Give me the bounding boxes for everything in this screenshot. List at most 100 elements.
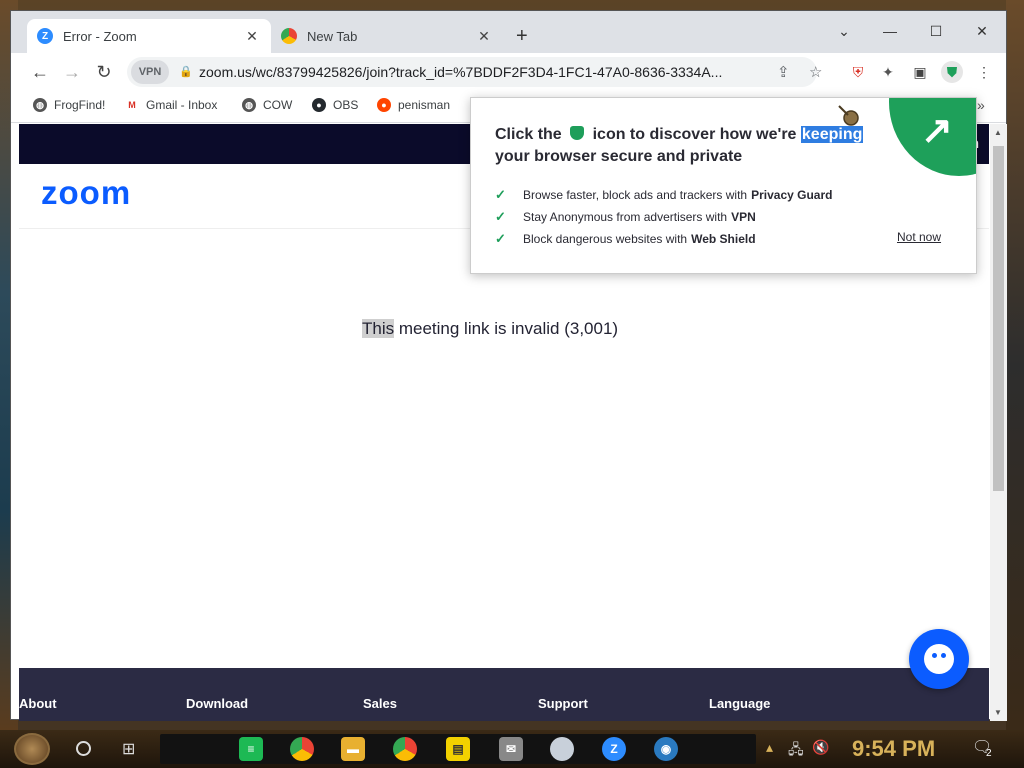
spotify-app-icon[interactable]: ≡ xyxy=(239,737,263,761)
footer-link-about[interactable]: About xyxy=(19,696,57,711)
bookmark-label: OBS xyxy=(333,98,359,112)
sticky-notes-icon[interactable]: ▤ xyxy=(446,737,470,761)
footer-link-sales[interactable]: Sales xyxy=(363,696,397,711)
menu-kebab-icon[interactable]: ⋮ xyxy=(975,63,993,81)
minimize-button[interactable]: — xyxy=(867,17,913,45)
bookmark-gmail[interactable]: M Gmail - Inbox xyxy=(125,98,217,112)
file-explorer-icon[interactable]: ▬ xyxy=(341,737,365,761)
bookmark-obs[interactable]: ● OBS xyxy=(312,98,358,112)
back-button[interactable]: ← xyxy=(29,61,51,83)
bookmarks-overflow-icon[interactable]: » xyxy=(977,97,985,113)
footer-link-language[interactable]: Language xyxy=(709,696,770,711)
tray-overflow-icon[interactable]: ▴ xyxy=(766,739,773,756)
task-view-icon[interactable]: ⊞ xyxy=(122,739,135,759)
browser-toolbar: ← → ↻ VPN 🔒 zoom.us/wc/83799425826/join?… xyxy=(11,53,1006,91)
scroll-down-icon[interactable]: ▼ xyxy=(994,708,1002,717)
lock-icon[interactable]: 🔒 xyxy=(179,65,193,78)
app-icon[interactable] xyxy=(550,737,574,761)
arrow-up-right-icon: ↗ xyxy=(921,110,953,152)
feature-item: ✓ Stay Anonymous from advertisers with V… xyxy=(495,206,832,228)
chat-bot-icon xyxy=(924,644,954,674)
not-now-button[interactable]: Not now xyxy=(897,230,941,244)
close-window-button[interactable]: ✕ xyxy=(959,17,1005,45)
feature-name: Web Shield xyxy=(691,232,756,246)
url-text[interactable]: zoom.us/wc/83799425826/join?track_id=%7B… xyxy=(199,64,759,80)
page-scrollbar[interactable]: ▲ ▼ xyxy=(990,124,1007,721)
tab-new-tab[interactable]: New Tab ✕ xyxy=(271,19,503,53)
network-icon[interactable]: 🖧 xyxy=(788,739,804,763)
feature-name: Privacy Guard xyxy=(751,188,833,202)
maximize-button[interactable]: ☐ xyxy=(913,17,959,45)
bookmark-label: FrogFind! xyxy=(54,98,106,112)
popup-title: Click the icon to discover how we're kee… xyxy=(495,124,875,168)
tab-title: New Tab xyxy=(307,28,358,44)
scroll-up-icon[interactable]: ▲ xyxy=(994,128,1002,137)
popup-title-text: your browser secure and private xyxy=(495,148,743,165)
search-icon[interactable] xyxy=(76,741,91,756)
extensions-puzzle-icon[interactable]: ✦ xyxy=(879,63,897,81)
address-bar[interactable]: VPN 🔒 zoom.us/wc/83799425826/join?track_… xyxy=(127,57,822,87)
tab-error-zoom[interactable]: Z Error - Zoom ✕ xyxy=(27,19,271,53)
feature-text: Browse faster, block ads and trackers wi… xyxy=(523,188,748,202)
check-icon: ✓ xyxy=(495,209,506,224)
new-tab-button[interactable]: + xyxy=(516,25,528,48)
share-icon[interactable]: ⇪ xyxy=(777,63,790,81)
notification-count: 2 xyxy=(986,748,992,759)
security-extension-icon[interactable]: ⛨ xyxy=(849,63,867,81)
check-icon: ✓ xyxy=(495,231,506,246)
reload-button[interactable]: ↻ xyxy=(93,61,115,83)
close-tab-icon[interactable]: ✕ xyxy=(243,28,261,45)
app-icon[interactable]: ◉ xyxy=(654,737,678,761)
zoom-footer: About Download Sales Support Language xyxy=(19,668,989,721)
highlighted-text: This xyxy=(362,319,395,338)
scroll-thumb[interactable] xyxy=(993,146,1004,491)
bookmark-label: penisman xyxy=(398,98,451,112)
footer-link-download[interactable]: Download xyxy=(186,696,248,711)
reddit-icon: ● xyxy=(377,98,391,112)
check-icon: ✓ xyxy=(495,187,506,202)
taskbar-clock[interactable]: 9:54 PM xyxy=(852,736,935,762)
popup-title-text: icon to discover how we're xyxy=(592,126,797,143)
globe-icon: ◍ xyxy=(33,98,47,112)
feature-text: Stay Anonymous from advertisers with xyxy=(523,210,728,224)
zoom-app-icon[interactable]: Z xyxy=(602,737,626,761)
globe-icon: ◍ xyxy=(242,98,256,112)
selected-text: keeping xyxy=(800,126,864,143)
feature-name: VPN xyxy=(731,210,756,224)
tab-search-icon[interactable]: ⌄ xyxy=(821,17,867,45)
side-panel-icon[interactable]: ▣ xyxy=(911,63,929,81)
chrome-icon xyxy=(281,28,297,44)
bookmark-penisman[interactable]: ● penisman xyxy=(377,98,450,112)
windows-taskbar: ⊞ ≡ ▬ ▤ ✉ Z ◉ ▴ 🖧 🔇 9:54 PM 🗨 2 xyxy=(0,730,1024,768)
vpn-chip[interactable]: VPN xyxy=(131,60,169,84)
chrome-app-icon[interactable] xyxy=(290,737,314,761)
popup-title-text: Click the xyxy=(495,126,562,143)
start-button[interactable] xyxy=(14,733,50,765)
shield-icon xyxy=(570,126,585,140)
feature-text: Block dangerous websites with xyxy=(523,232,688,246)
error-message: This meeting link is invalid (3,001) xyxy=(362,319,618,339)
volume-muted-icon[interactable]: 🔇 xyxy=(812,739,829,756)
bookmark-frogfind[interactable]: ◍ FrogFind! xyxy=(33,98,105,112)
extension-onboarding-popup: ↗ Click the icon to discover how we're k… xyxy=(470,97,977,274)
feature-item: ✓ Browse faster, block ads and trackers … xyxy=(495,184,832,206)
chrome-app-icon[interactable] xyxy=(393,737,417,761)
close-tab-icon[interactable]: ✕ xyxy=(475,28,493,45)
browser-window: Z Error - Zoom ✕ New Tab ✕ + ⌄ — ☐ ✕ ← →… xyxy=(10,10,1007,721)
forward-button[interactable]: → xyxy=(61,61,83,83)
chat-support-button[interactable] xyxy=(909,629,969,689)
bookmark-star-icon[interactable]: ☆ xyxy=(809,63,822,81)
desktop-wallpaper-right xyxy=(1006,0,1024,730)
bookmark-label: COW xyxy=(263,98,293,112)
feature-item: ✓ Block dangerous websites with Web Shie… xyxy=(495,228,832,250)
feature-list: ✓ Browse faster, block ads and trackers … xyxy=(495,184,832,250)
zoom-logo[interactable]: zoom xyxy=(41,174,131,212)
tab-bar: Z Error - Zoom ✕ New Tab ✕ + ⌄ — ☐ ✕ xyxy=(11,11,1006,53)
shield-extension-icon[interactable]: ⛊ xyxy=(941,61,963,83)
error-text: meeting link is invalid (3,001) xyxy=(394,319,619,338)
gmail-icon: M xyxy=(125,98,139,112)
zoom-icon: Z xyxy=(37,28,53,44)
bookmark-cow[interactable]: ◍ COW xyxy=(242,98,292,112)
footer-link-support[interactable]: Support xyxy=(538,696,588,711)
mail-app-icon[interactable]: ✉ xyxy=(499,737,523,761)
